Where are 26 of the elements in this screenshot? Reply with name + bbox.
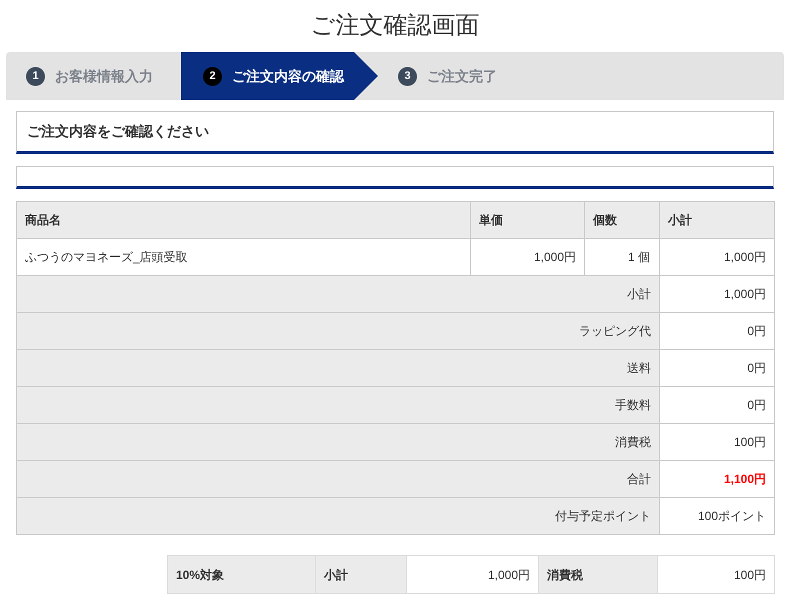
- column-header: 商品名: [16, 202, 470, 238]
- tax-rate-label: 10%対象: [168, 556, 316, 594]
- summary-label: 消費税: [16, 424, 660, 460]
- subtotal-label: 小計: [316, 556, 406, 594]
- summary-label: 合計: [16, 460, 660, 498]
- summary-label: 送料: [16, 350, 660, 386]
- summary-label: 付与予定ポイント: [16, 498, 660, 534]
- tax-value: 100円: [658, 556, 774, 594]
- summary-value: 100ポイント: [660, 498, 774, 534]
- summary-value: 0円: [660, 386, 774, 424]
- summary-value: 1,100円: [660, 460, 774, 498]
- table-cell: 1,000円: [660, 238, 774, 276]
- summary-label: ラッピング代: [16, 312, 660, 350]
- section-heading: ご注文内容をご確認ください: [27, 122, 209, 141]
- column-header: 小計: [660, 202, 774, 238]
- summary-label: 手数料: [16, 386, 660, 424]
- column-header: 単価: [470, 202, 584, 238]
- subtotal-value: 1,000円: [406, 556, 538, 594]
- tax-label: 消費税: [538, 556, 658, 594]
- summary-value: 100円: [660, 424, 774, 460]
- summary-value: 1,000円: [660, 276, 774, 312]
- summary-value: 0円: [660, 312, 774, 350]
- column-header: 個数: [584, 202, 660, 238]
- page-title: ご注文確認画面: [310, 11, 480, 41]
- summary-label: 小計: [16, 276, 660, 312]
- summary-value: 0円: [660, 350, 774, 386]
